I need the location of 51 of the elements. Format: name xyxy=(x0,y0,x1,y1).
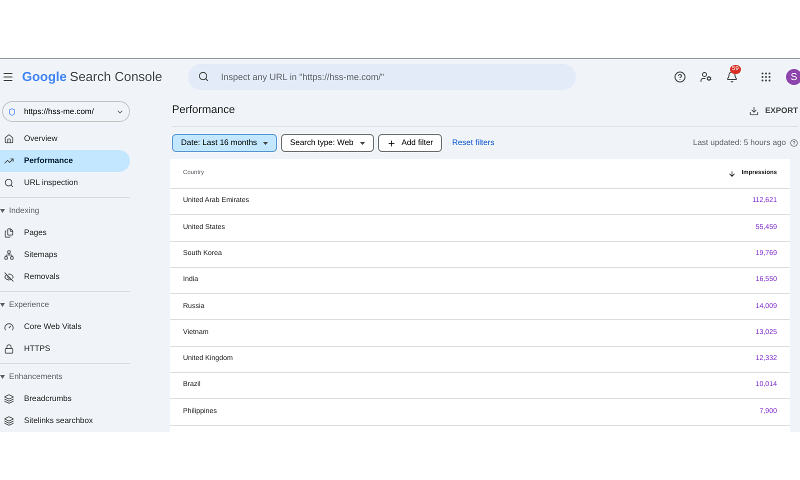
lock-icon xyxy=(4,344,14,354)
caret-icon xyxy=(0,209,5,213)
sidebar-item[interactable]: HTTPS xyxy=(0,338,130,360)
brand-logo: Google xyxy=(22,68,67,86)
sidebar-item[interactable]: Overview xyxy=(0,128,130,150)
pages-icon xyxy=(4,228,14,238)
sidebar-item[interactable]: Sitelinks searchbox xyxy=(0,410,130,432)
sidebar-item[interactable]: Pages xyxy=(0,222,130,244)
caret-icon xyxy=(263,142,268,144)
user-settings-icon[interactable] xyxy=(700,71,712,83)
download-icon xyxy=(749,106,760,116)
filter-chip[interactable]: Search type: Web xyxy=(281,134,374,152)
filter-chip[interactable]: Add filter xyxy=(378,134,442,152)
caret-icon xyxy=(0,303,5,307)
section-header[interactable]: Indexing xyxy=(0,200,130,222)
reset-filters-link[interactable]: Reset filters xyxy=(452,137,494,149)
gauge-icon xyxy=(4,322,14,332)
search-icon xyxy=(198,71,209,82)
shield-icon xyxy=(8,108,16,116)
home-icon xyxy=(4,134,14,144)
search-field[interactable]: Inspect any URL in "https://hss-me.com/" xyxy=(188,64,576,90)
page-title: Performance xyxy=(172,103,235,118)
layers-icon xyxy=(4,394,14,404)
avatar[interactable]: S xyxy=(786,69,800,85)
sitemap-icon xyxy=(4,250,14,260)
sidebar-item[interactable]: Sitemaps xyxy=(0,244,130,266)
product-name: Search Console xyxy=(70,68,162,86)
property-selector[interactable]: https://hss-me.com/ xyxy=(2,101,130,122)
search-icon xyxy=(4,178,14,188)
last-updated-text: Last updated: 5 hours ago xyxy=(693,137,786,149)
section-header[interactable]: Enhancements xyxy=(0,366,130,388)
eye-off-icon xyxy=(4,272,14,282)
section-header[interactable]: Experience xyxy=(0,294,130,316)
sort-arrow-icon[interactable] xyxy=(728,170,736,178)
layers-icon xyxy=(4,416,14,426)
sidebar-item[interactable]: Performance xyxy=(0,150,130,172)
menu-icon[interactable] xyxy=(2,71,14,83)
trend-icon xyxy=(4,156,14,166)
sidebar-item[interactable]: URL inspection xyxy=(0,172,130,194)
bell-icon[interactable] xyxy=(726,71,738,83)
caret-icon xyxy=(0,375,5,379)
sidebar-item[interactable]: Core Web Vitals xyxy=(0,316,130,338)
plus-icon xyxy=(386,138,396,148)
sidebar-item[interactable]: Removals xyxy=(0,266,130,288)
filter-chip[interactable]: Date: Last 16 months xyxy=(172,134,278,152)
caret-icon xyxy=(360,142,364,144)
export-button[interactable]: EXPORT xyxy=(749,104,798,116)
help-icon[interactable] xyxy=(790,139,798,147)
apps-icon[interactable] xyxy=(760,71,772,83)
help-icon[interactable] xyxy=(674,71,686,83)
sidebar-item[interactable]: Breadcrumbs xyxy=(0,388,130,410)
